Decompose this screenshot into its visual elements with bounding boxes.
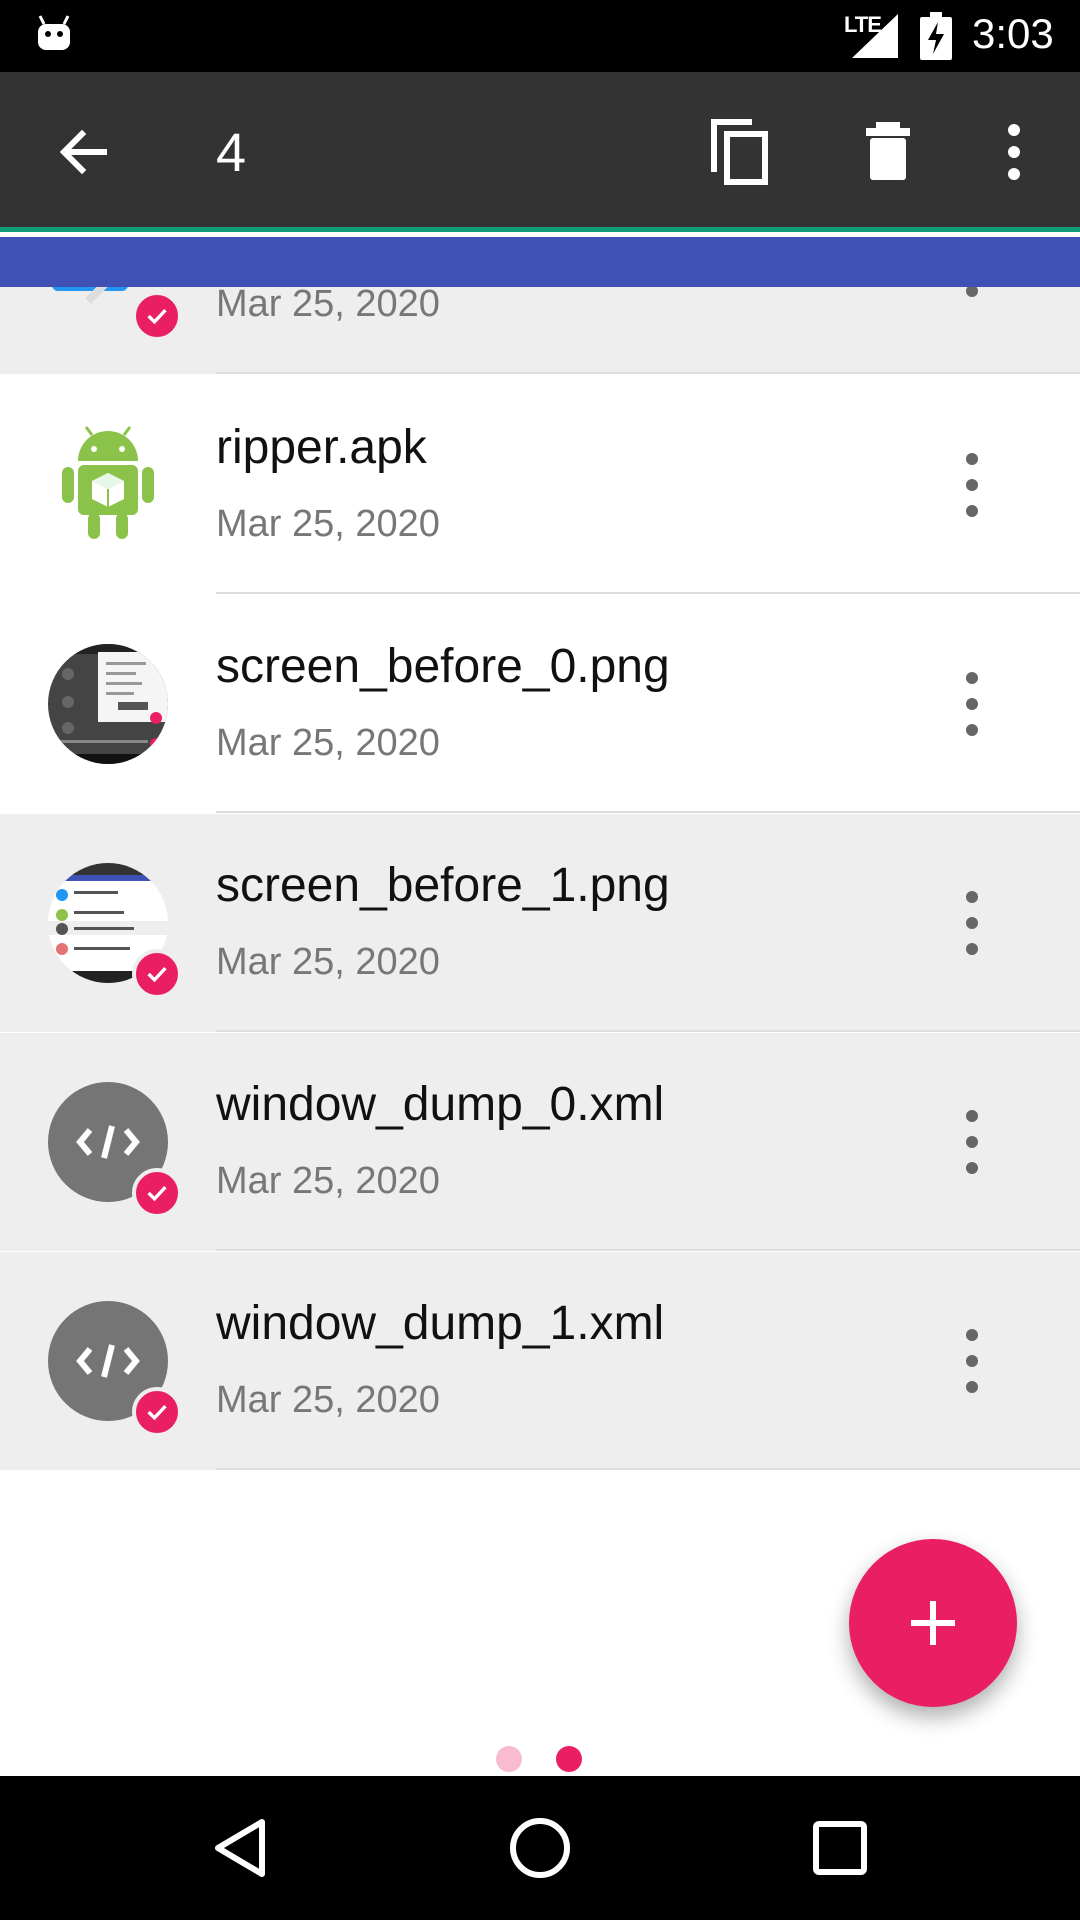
more-vert-icon[interactable]	[948, 656, 996, 752]
file-row[interactable]: Mar 25, 2020	[0, 287, 1080, 374]
file-name: screen_before_0.png	[216, 640, 670, 693]
status-clock: 3:03	[972, 10, 1054, 57]
back-arrow-icon[interactable]	[48, 116, 120, 188]
file-name: ripper.apk	[216, 421, 427, 474]
selected-check-icon	[132, 1387, 182, 1437]
row-divider	[216, 1468, 1080, 1470]
row-divider	[216, 811, 1080, 813]
android-apk-icon	[62, 426, 154, 539]
file-date: Mar 25, 2020	[216, 1379, 440, 1421]
more-vert-icon[interactable]	[948, 1094, 996, 1190]
nav-back-icon[interactable]	[198, 1806, 282, 1890]
file-date: Mar 25, 2020	[216, 941, 440, 983]
selected-check-icon	[132, 1168, 182, 1218]
more-vert-icon[interactable]	[948, 437, 996, 533]
page-dot-1[interactable]	[496, 1746, 522, 1772]
nav-home-icon[interactable]	[498, 1806, 582, 1890]
screenshot-thumbnail-icon	[48, 644, 168, 764]
row-divider	[216, 1249, 1080, 1251]
battery-charging-icon	[920, 12, 952, 60]
page-dot-2[interactable]	[556, 1746, 582, 1772]
add-fab-button[interactable]	[849, 1539, 1017, 1707]
file-list: Mar 25, 2020 ripper.apk Mar 25, 2020 scr…	[0, 287, 1080, 1470]
plus-icon	[911, 1601, 955, 1645]
selected-check-icon	[132, 291, 182, 341]
more-vert-icon[interactable]	[978, 116, 1050, 188]
row-divider	[216, 592, 1080, 594]
tab-strip	[0, 237, 1080, 287]
file-row[interactable]: window_dump_0.xml Mar 25, 2020	[0, 1033, 1080, 1251]
delete-icon[interactable]	[852, 116, 924, 188]
file-date: Mar 25, 2020	[216, 287, 440, 325]
file-name: window_dump_0.xml	[216, 1078, 665, 1131]
more-vert-icon[interactable]	[948, 875, 996, 971]
more-vert-icon[interactable]	[948, 1313, 996, 1409]
toolbar-accent-line	[0, 227, 1080, 232]
android-notification-icon	[38, 15, 70, 50]
file-date: Mar 25, 2020	[216, 503, 440, 545]
file-row[interactable]: ripper.apk Mar 25, 2020	[0, 376, 1080, 594]
copy-icon[interactable]	[706, 116, 778, 188]
file-name: screen_before_1.png	[216, 859, 670, 912]
signal-icon	[852, 14, 898, 58]
file-date: Mar 25, 2020	[216, 722, 440, 764]
file-row[interactable]: screen_before_1.png Mar 25, 2020	[0, 814, 1080, 1032]
selected-check-icon	[132, 949, 182, 999]
page-indicator	[496, 1746, 586, 1774]
file-name: window_dump_1.xml	[216, 1297, 665, 1350]
row-divider	[216, 372, 1080, 374]
file-date: Mar 25, 2020	[216, 1160, 440, 1202]
status-bar: LTE 3:03	[0, 0, 1080, 72]
selection-toolbar: 4	[0, 72, 1080, 232]
file-row[interactable]: window_dump_1.xml Mar 25, 2020	[0, 1252, 1080, 1470]
selected-count: 4	[216, 123, 247, 183]
system-nav-bar	[0, 1776, 1080, 1920]
file-row[interactable]: screen_before_0.png Mar 25, 2020	[0, 595, 1080, 813]
nav-recents-icon[interactable]	[798, 1806, 882, 1890]
row-divider	[216, 1030, 1080, 1032]
more-vert-icon[interactable]	[948, 287, 996, 313]
